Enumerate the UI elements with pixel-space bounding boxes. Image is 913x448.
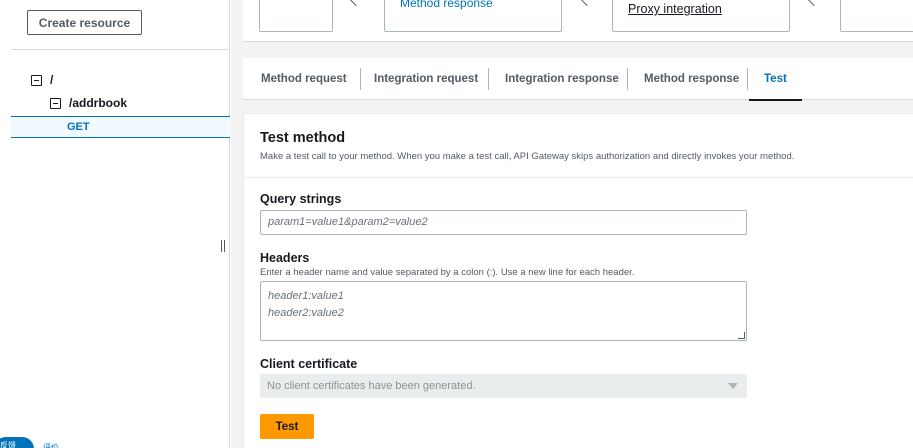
client-certificate-value: No client certificates have been generat… [267, 380, 476, 392]
panel-title: Test method [260, 130, 346, 146]
headers-textarea[interactable]: header1:value1 header2:value2 [260, 281, 747, 341]
arrow-left-icon [806, 0, 822, 7]
sidebar-divider [11, 49, 230, 50]
resources-sidebar: Create resource / /addrbook GET 反馈 评价 [0, 0, 230, 448]
sidebar-resize-handle[interactable] [221, 240, 225, 252]
tree-item-root[interactable]: / [31, 73, 53, 87]
panel-header: Test method Make a test call to your met… [244, 114, 913, 178]
client-certificate-label: Client certificate [260, 357, 358, 371]
tab-integration-request[interactable]: Integration request [374, 58, 478, 100]
tab-method-request[interactable]: Method request [261, 58, 347, 100]
headers-description: Enter a header name and value separated … [260, 267, 635, 278]
query-strings-label: Query strings [260, 192, 342, 206]
flow-box-endpoint[interactable] [840, 0, 913, 32]
headers-placeholder-line: header1:value1 [268, 290, 344, 302]
tab-integration-response[interactable]: Integration response [505, 58, 619, 100]
test-method-panel: Test method Make a test call to your met… [243, 113, 913, 448]
collapse-icon[interactable] [31, 74, 42, 86]
tree-item-label: /addrbook [69, 96, 128, 110]
arrow-left-icon [579, 0, 595, 7]
arrow-left-icon [348, 0, 364, 7]
headers-label: Headers [260, 251, 310, 265]
flow-box-integration-response[interactable]: Proxy integration [612, 0, 790, 32]
caret-down-icon [728, 383, 738, 389]
create-resource-button[interactable]: Create resource [27, 10, 142, 35]
panel-description: Make a test call to your method. When yo… [260, 151, 795, 162]
tab-divider [627, 68, 628, 90]
flow-box-method-response[interactable]: Method response [384, 0, 562, 32]
tree-item-get-method[interactable]: GET [11, 116, 230, 138]
test-button[interactable]: Test [260, 414, 314, 439]
resize-grip-icon[interactable] [738, 332, 745, 339]
tree-item-label: / [50, 73, 54, 87]
tab-divider [488, 68, 489, 90]
tab-divider [747, 68, 748, 90]
method-tabs: Method request Integration request Integ… [243, 58, 913, 101]
rating-link[interactable]: 评价 [43, 442, 59, 448]
collapse-icon[interactable] [50, 97, 61, 109]
tab-method-response[interactable]: Method response [644, 58, 739, 100]
query-strings-input[interactable]: param1=value1&param2=value2 [260, 210, 747, 235]
method-flow-diagram: Method response Proxy integration [243, 0, 913, 42]
client-certificate-select: No client certificates have been generat… [260, 374, 747, 398]
tree-item-addrbook[interactable]: /addrbook [50, 96, 127, 110]
proxy-integration-link[interactable]: Proxy integration [628, 2, 722, 16]
main-content: Method response Proxy integration Method… [231, 0, 913, 448]
flow-box-client[interactable] [259, 0, 333, 32]
tab-divider [360, 68, 361, 90]
feedback-button[interactable]: 反馈 [0, 437, 34, 448]
tab-test[interactable]: Test [749, 58, 802, 101]
flow-method-response-label: Method response [400, 0, 493, 10]
headers-placeholder-line: header2:value2 [268, 307, 344, 319]
